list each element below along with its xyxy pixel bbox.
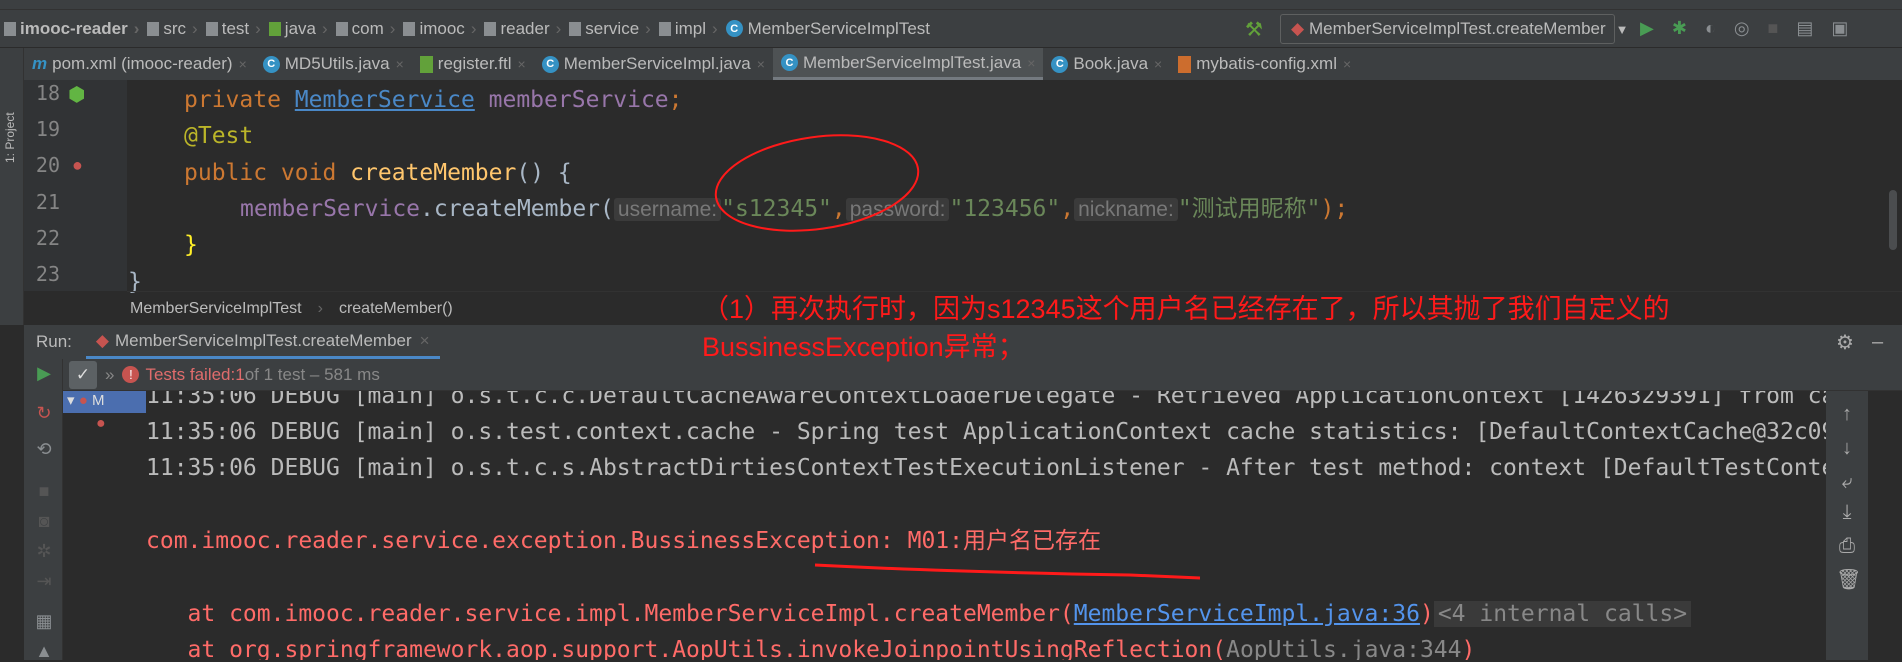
annotation-text-line2: BussinessException异常； (702, 332, 1025, 362)
annotation-text-line1: （1）再次执行时，因为s12345这个用户名已经存在了，所以其抛了我们自定义的 (702, 294, 1670, 324)
annotation-underline (814, 563, 1201, 580)
annotation-circle (714, 134, 920, 232)
